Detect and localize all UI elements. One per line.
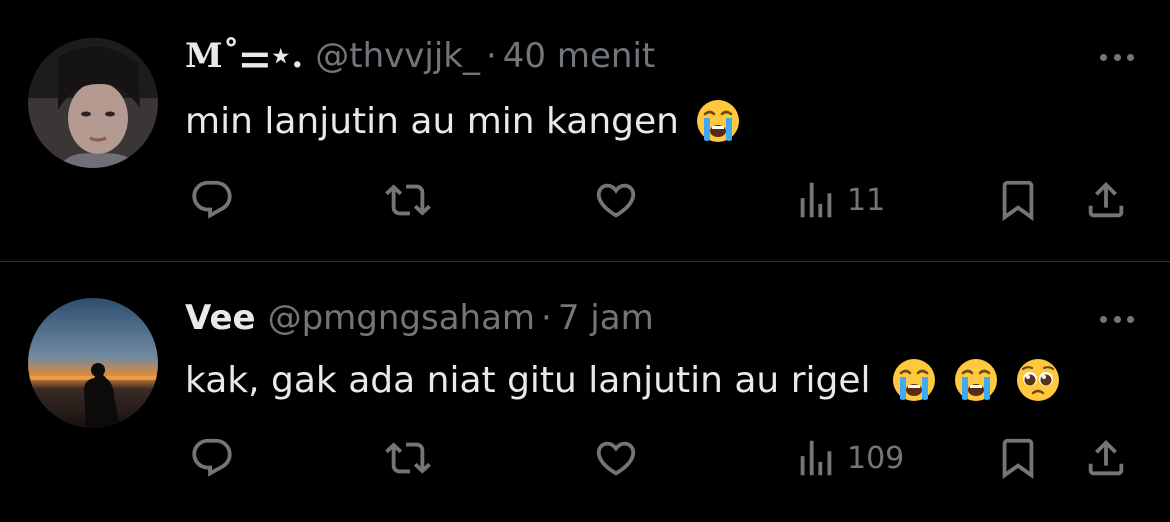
tweet-text-content: kak, gak ada niat gitu lanjutin au rigel [185,359,871,401]
user-handle[interactable]: @pmgngsaham [268,298,535,338]
share-icon [1088,439,1124,476]
loudly-crying-face-icon [891,357,937,403]
tweet[interactable]: M˚⚌⋆. @thvvjjk_ · 40 menit min lanjutin … [0,0,1170,262]
views-button[interactable]: 11 [793,175,885,225]
views-icon [800,182,832,218]
reply-icon [192,180,232,219]
retweet-button[interactable] [385,433,431,483]
bookmark-icon [1002,180,1034,221]
tweet-text-content: min lanjutin au min kangen [185,100,679,142]
avatar[interactable] [28,38,158,168]
pleading-face-icon [1015,357,1061,403]
views-count: 11 [847,182,886,218]
tweet-actions: 109 [185,433,1145,483]
more-icon[interactable] [1094,304,1140,334]
reply-button[interactable] [189,175,235,225]
views-count: 109 [847,440,905,476]
tweet-text: kak, gak ada niat gitu lanjutin au rigel [185,354,1061,406]
like-button[interactable] [593,433,639,483]
display-name[interactable]: Vee [185,298,256,338]
avatar[interactable] [28,298,158,428]
bookmark-button[interactable] [995,175,1041,225]
tweet-text: min lanjutin au min kangen [185,96,741,146]
timestamp[interactable]: 7 jam [558,298,654,338]
bookmark-button[interactable] [995,433,1041,483]
loudly-crying-face-icon [695,98,741,144]
tweet-actions: 11 [185,175,1145,225]
loudly-crying-face-icon [953,357,999,403]
display-name[interactable]: M˚⚌⋆. [185,36,303,76]
retweet-icon [385,184,431,216]
share-button[interactable] [1083,433,1129,483]
separator-dot: · [541,298,552,338]
heart-icon [596,441,636,476]
tweet-header: M˚⚌⋆. @thvvjjk_ · 40 menit [185,36,655,80]
views-button[interactable]: 109 [793,433,904,483]
retweet-icon [385,442,431,474]
views-icon [800,440,832,476]
share-button[interactable] [1083,175,1129,225]
like-button[interactable] [593,175,639,225]
user-handle[interactable]: @thvvjjk_ [315,36,480,76]
share-icon [1088,181,1124,218]
more-icon[interactable] [1094,42,1140,72]
tweet-header: Vee @pmgngsaham · 7 jam [185,298,654,342]
retweet-button[interactable] [385,175,431,225]
reply-button[interactable] [189,433,235,483]
separator-dot: · [485,36,497,76]
heart-icon [596,183,636,218]
reply-icon [192,438,232,477]
bookmark-icon [1002,438,1034,479]
timestamp[interactable]: 40 menit [503,36,655,76]
tweet[interactable]: Vee @pmgngsaham · 7 jam kak, gak ada nia… [0,262,1170,522]
